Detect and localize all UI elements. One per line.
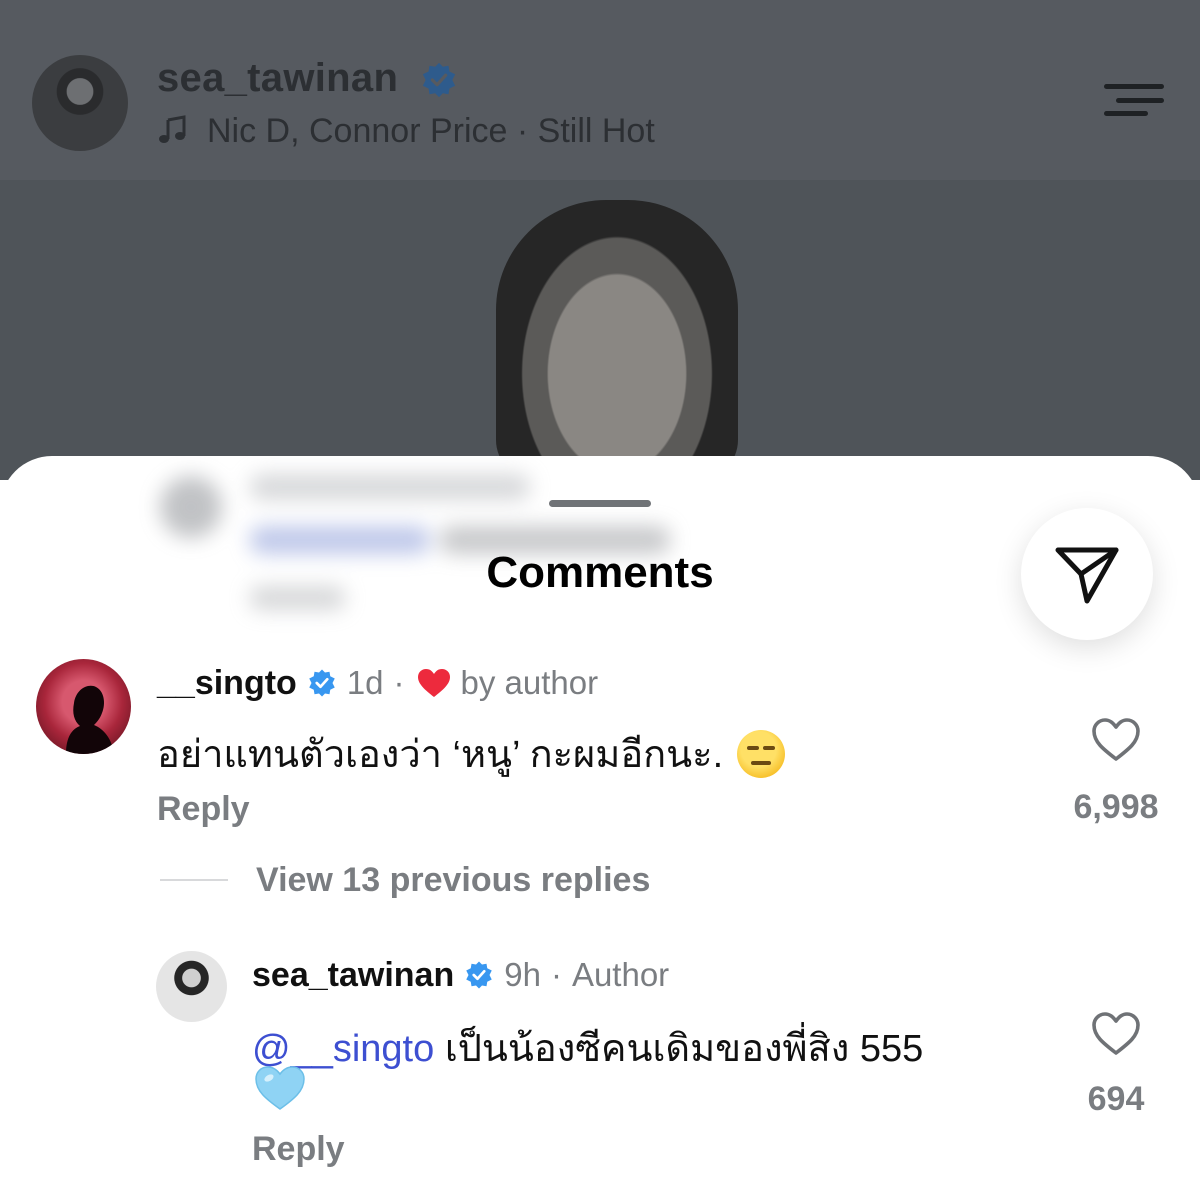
blurred-username bbox=[250, 474, 530, 500]
reply-username[interactable]: sea_tawinan bbox=[252, 956, 454, 995]
comment-time: 1d bbox=[346, 664, 384, 701]
send-icon bbox=[1055, 547, 1119, 604]
meta-separator: · bbox=[393, 664, 405, 701]
heart-icon[interactable] bbox=[1091, 1011, 1141, 1057]
post-photo-subject bbox=[496, 200, 738, 480]
sheet-drag-handle[interactable] bbox=[549, 500, 651, 507]
verified-badge-icon bbox=[422, 62, 456, 98]
meta-separator: · bbox=[550, 956, 562, 993]
commenter-avatar[interactable] bbox=[36, 659, 131, 754]
liked-by-author-label: by author bbox=[460, 664, 599, 701]
post-author-avatar[interactable] bbox=[32, 55, 128, 151]
like-count: 6,998 bbox=[1073, 788, 1159, 826]
comment-text: อย่าแทนตัวเองว่า ‘หนู’ กะผมอีกนะ. bbox=[157, 723, 786, 784]
light-blue-heart-icon bbox=[255, 1066, 305, 1110]
blurred-comment bbox=[0, 456, 760, 631]
verified-badge-icon bbox=[309, 669, 335, 697]
comment-meta: __singto 1d · by author bbox=[157, 662, 598, 704]
silhouette-icon bbox=[66, 685, 114, 754]
view-previous-replies-button[interactable]: View 13 previous replies bbox=[256, 861, 650, 900]
share-button[interactable] bbox=[1021, 508, 1153, 640]
reply-time: 9h bbox=[504, 956, 541, 993]
heart-icon[interactable] bbox=[1091, 717, 1141, 763]
reply-body: เป็นน้องซีคนเดิมของพี่สิง 555 bbox=[444, 1028, 924, 1070]
thread-divider bbox=[160, 879, 228, 881]
reply-button[interactable]: Reply bbox=[157, 790, 250, 829]
blurred-avatar bbox=[160, 476, 222, 538]
comment-username[interactable]: __singto bbox=[157, 664, 297, 703]
menu-icon[interactable] bbox=[1102, 82, 1166, 118]
reply-meta: sea_tawinan 9h · Author bbox=[252, 954, 669, 996]
reply-author-avatar[interactable] bbox=[156, 951, 227, 1022]
post-music-label[interactable]: Nic D, Connor Price · Still Hot bbox=[207, 112, 655, 151]
expressionless-face-icon bbox=[737, 729, 786, 778]
verified-badge-icon bbox=[466, 961, 492, 989]
music-note-icon bbox=[159, 115, 186, 143]
sheet-title: Comments bbox=[486, 548, 714, 597]
reply-button[interactable]: Reply bbox=[252, 1130, 345, 1169]
liked-by-author-heart-icon bbox=[417, 669, 450, 697]
reply-text: @__singto เป็นน้องซีคนเดิมของพี่สิง 555 bbox=[252, 1017, 923, 1078]
comment-body: อย่าแทนตัวเองว่า ‘หนู’ กะผมอีกนะ. bbox=[157, 734, 724, 776]
author-label: Author bbox=[571, 956, 670, 993]
post-author-username[interactable]: sea_tawinan bbox=[157, 56, 398, 101]
like-count: 694 bbox=[1087, 1080, 1145, 1118]
